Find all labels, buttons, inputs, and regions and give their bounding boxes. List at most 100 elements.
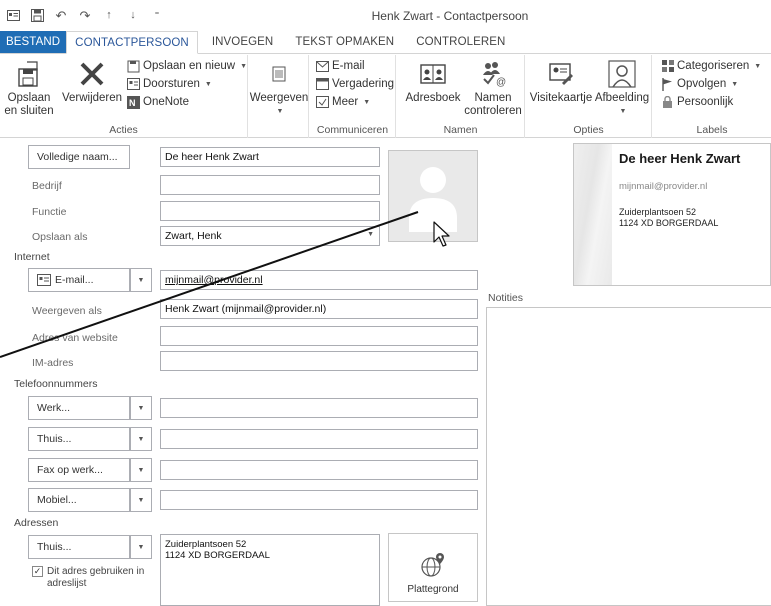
group-label-namen: Namen xyxy=(443,124,478,136)
email-field[interactable]: mijnmail@provider.nl xyxy=(160,270,478,290)
onenote-button[interactable]: N OneNote xyxy=(127,94,189,110)
check-names-icon: @ xyxy=(477,59,509,89)
person-picture-icon xyxy=(606,59,638,89)
chevron-down-icon: ▼ xyxy=(363,98,371,106)
check-names-button[interactable]: @ Namen controleren xyxy=(463,59,523,118)
group-namen: Adresboek @ Namen controleren Namen xyxy=(397,55,525,138)
customize-qat-icon[interactable]: ⁼ xyxy=(150,8,164,22)
followup-label: Opvolgen xyxy=(677,78,727,90)
mailing-address-checkbox[interactable]: ✓ xyxy=(32,566,43,577)
tab-controleren[interactable]: CONTROLEREN xyxy=(408,31,513,53)
delete-label: Verwijderen xyxy=(61,92,123,104)
phone-work-field[interactable] xyxy=(160,398,478,418)
map-button[interactable]: Plattegrond xyxy=(388,533,478,602)
chevron-down-icon: ▼ xyxy=(276,108,284,115)
phone-home-dropdown[interactable]: ▼ xyxy=(130,427,152,451)
tab-bestand[interactable]: BESTAND xyxy=(0,31,67,53)
svg-text:N: N xyxy=(129,98,136,108)
check-names-label-2: controleren xyxy=(464,105,522,117)
phone-fax-dropdown[interactable]: ▼ xyxy=(130,458,152,482)
chevron-down-icon: ▼ xyxy=(731,80,739,88)
card-email: mijnmail@provider.nl xyxy=(619,181,708,192)
business-card-label: Visitekaartje xyxy=(529,92,593,104)
calendar-icon xyxy=(316,78,329,91)
phone-fax-button[interactable]: Fax op werk... xyxy=(28,458,130,482)
phone-mobile-field[interactable] xyxy=(160,490,478,510)
redo-icon[interactable]: ↷ xyxy=(78,8,92,22)
tab-contactpersoon[interactable]: CONTACTPERSOON xyxy=(66,31,198,54)
checkmark-icon: ✓ xyxy=(33,566,42,576)
phone-mobile-button[interactable]: Mobiel... xyxy=(28,488,130,512)
business-card-button[interactable]: Visitekaartje xyxy=(528,59,594,105)
contact-photo[interactable] xyxy=(388,150,478,242)
addressbook-label: Adresboek xyxy=(405,92,461,104)
phone-fax-field[interactable] xyxy=(160,460,478,480)
chevron-down-icon: ▼ xyxy=(204,80,212,88)
card-name: De heer Henk Zwart xyxy=(619,151,741,166)
picture-button[interactable]: Afbeelding ▼ xyxy=(592,59,652,118)
email-value: mijnmail@provider.nl xyxy=(165,274,263,286)
fileas-select[interactable]: Zwart, Henk ▼ xyxy=(160,226,380,246)
tab-tekst-opmaken[interactable]: TEKST OPMAKEN xyxy=(287,31,402,53)
group-label-opties: Opties xyxy=(573,124,604,136)
im-label: IM-adres xyxy=(32,357,74,369)
lock-icon xyxy=(661,95,674,109)
full-name-button[interactable]: Volledige naam... xyxy=(28,145,130,169)
displayas-field[interactable]: Henk Zwart (mijnmail@provider.nl) xyxy=(160,299,478,319)
ribbon-tabs: BESTAND CONTACTPERSOON INVOEGEN TEKST OP… xyxy=(0,31,771,54)
chevron-down-icon: ▼ xyxy=(240,62,247,70)
forward-button[interactable]: Doorsturen ▼ xyxy=(127,76,212,92)
group-weergeven: Weergeven ▼ xyxy=(249,55,309,138)
email-label: E-mail xyxy=(332,60,365,72)
show-button[interactable]: Weergeven ▼ xyxy=(249,59,309,118)
followup-button[interactable]: Opvolgen ▼ xyxy=(661,76,738,92)
save-close-icon xyxy=(13,59,45,89)
chevron-down-icon: ▼ xyxy=(619,108,627,115)
im-field[interactable] xyxy=(160,351,478,371)
full-name-field[interactable]: De heer Henk Zwart xyxy=(160,147,380,167)
addressbook-button[interactable]: Adresboek xyxy=(403,59,463,105)
save-icon[interactable] xyxy=(30,8,44,22)
onenote-label: OneNote xyxy=(143,96,190,108)
jobtitle-field[interactable] xyxy=(160,201,380,221)
undo-icon[interactable]: ↶ xyxy=(54,8,68,22)
save-and-close-button[interactable]: Opslaan en sluiten xyxy=(0,59,58,118)
address-type-button[interactable]: Thuis... xyxy=(28,535,130,559)
more-button[interactable]: Meer ▼ xyxy=(316,94,370,110)
categorize-button[interactable]: Categoriseren ▼ xyxy=(661,58,761,74)
save-and-new-button[interactable]: Opslaan en nieuw ▼ xyxy=(127,58,247,74)
business-card-preview[interactable]: De heer Henk Zwart mijnmail@provider.nl … xyxy=(573,143,771,286)
chevron-down-icon: ▼ xyxy=(367,231,374,238)
save-close-label-2: en sluiten xyxy=(4,105,54,117)
tab-invoegen[interactable]: INVOEGEN xyxy=(204,31,282,53)
svg-text:@: @ xyxy=(496,77,506,88)
company-field[interactable] xyxy=(160,175,380,195)
notes-textarea[interactable] xyxy=(486,307,771,606)
phone-mobile-dropdown[interactable]: ▼ xyxy=(130,488,152,512)
up-arrow-icon[interactable]: ↑ xyxy=(102,8,116,22)
private-button[interactable]: Persoonlijk xyxy=(661,94,733,110)
email-type-dropdown[interactable]: ▼ xyxy=(130,268,152,292)
title-bar: ↶ ↷ ↑ ↓ ⁼ Henk Zwart - Contactpersoon xyxy=(0,0,771,30)
phone-home-field[interactable] xyxy=(160,429,478,449)
meeting-button[interactable]: Vergadering xyxy=(316,76,394,92)
window-title: Henk Zwart - Contactpersoon xyxy=(371,9,529,23)
delete-x-icon xyxy=(76,59,108,89)
phone-home-button[interactable]: Thuis... xyxy=(28,427,130,451)
delete-button[interactable]: Verwijderen xyxy=(60,59,124,105)
address-type-dropdown[interactable]: ▼ xyxy=(130,535,152,559)
email-button-label: E-mail... xyxy=(55,274,94,286)
ribbon: Opslaan en sluiten Verwijderen Opslaan e… xyxy=(0,55,771,138)
website-label: Adres van website xyxy=(32,332,118,344)
down-arrow-icon[interactable]: ↓ xyxy=(126,8,140,22)
address-field[interactable]: Zuiderplantsoen 52 1124 XD BORGERDAAL xyxy=(160,534,380,606)
website-field[interactable] xyxy=(160,326,478,346)
card-decoration xyxy=(574,144,612,285)
notes-label: Notities xyxy=(488,292,524,304)
group-communiceren: E-mail Vergadering Meer ▼ Communiceren xyxy=(310,55,396,138)
email-contact-button[interactable]: E-mail xyxy=(316,58,365,74)
email-button[interactable]: E-mail... xyxy=(28,268,130,292)
mailing-address-label-2: adreslijst xyxy=(47,578,87,589)
phone-work-button[interactable]: Werk... xyxy=(28,396,130,420)
phone-work-dropdown[interactable]: ▼ xyxy=(130,396,152,420)
